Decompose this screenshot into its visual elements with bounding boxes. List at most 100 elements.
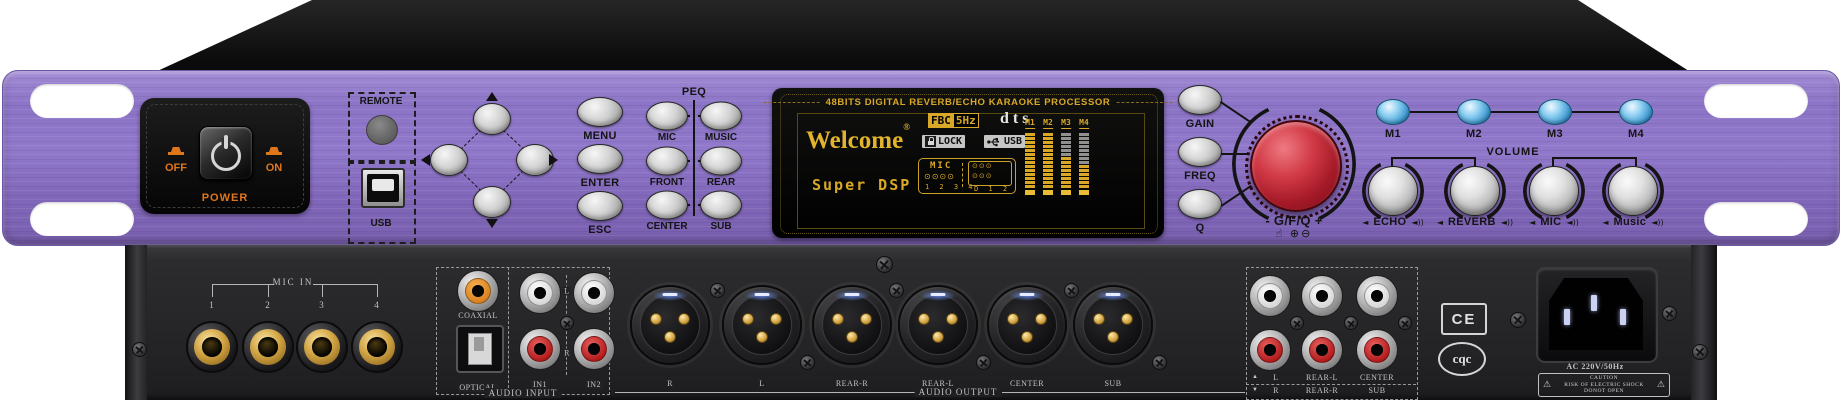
- ir-receiver-icon: [366, 115, 398, 145]
- iec-prong: [1591, 295, 1597, 311]
- usb-trident-icon: [987, 137, 1002, 147]
- volume-bracket-line: [1552, 157, 1636, 159]
- speaker-max-icon: ◄)): [1501, 218, 1513, 227]
- title-dash-right: [1116, 102, 1172, 103]
- usb-badge: USB: [984, 135, 1025, 148]
- peq-music-label: MUSIC: [705, 132, 737, 143]
- in2-right-jack: [573, 328, 615, 370]
- caution-box: ⚠ CAUTION RISK OF ELECTRIC SHOCK DONOT O…: [1538, 373, 1670, 397]
- speaker-max-icon: ◄)): [1651, 218, 1663, 227]
- on-indicator-icon: [266, 152, 282, 155]
- audio-output-line: [1002, 392, 1245, 393]
- peq-front-button[interactable]: [646, 147, 688, 176]
- music-volume-label: Music: [1614, 216, 1647, 228]
- peq-divider-line: [693, 100, 695, 216]
- memory-led-m1: [1376, 99, 1410, 125]
- arrow-right-icon: [549, 154, 558, 166]
- coaxial-jack: [457, 270, 499, 312]
- screw: [976, 355, 991, 370]
- mic-volume-knob[interactable]: [1529, 166, 1579, 216]
- xlr-out-l: [722, 285, 802, 365]
- lineout-r-jack: [1249, 329, 1291, 371]
- peq-center-button[interactable]: [646, 191, 688, 220]
- gfq-knob-label: - G/F/Q +: [1265, 213, 1322, 228]
- speaker-min-icon: ◄: [1437, 218, 1443, 227]
- screw: [132, 342, 147, 357]
- usb-badge-label: USB: [1004, 136, 1022, 147]
- gain-button[interactable]: [1178, 85, 1222, 115]
- off-indicator-icon: [168, 152, 184, 155]
- nav-down-button[interactable]: [473, 186, 511, 218]
- arrow-left-icon: [421, 154, 430, 166]
- mic-jack-2: [242, 321, 294, 373]
- speaker-max-icon: ◄)): [1566, 218, 1578, 227]
- karaoke-processor-product-image: OFF ON POWER REMOTE USB MENU ENTER ESC P…: [0, 0, 1842, 407]
- screw: [876, 256, 893, 273]
- memory-label-m1: M1: [1385, 128, 1401, 140]
- rack-slot-hole: [30, 202, 134, 236]
- mic-in-number-1: 1: [209, 300, 215, 310]
- lineout-rear-l-jack: [1301, 275, 1343, 317]
- on-label: ON: [266, 162, 283, 174]
- rack-slot-hole: [30, 84, 134, 118]
- menu-button[interactable]: [577, 97, 623, 127]
- lineout-sub-jack: [1356, 329, 1398, 371]
- nav-left-button[interactable]: [430, 144, 468, 176]
- mic-in-number-2: 2: [265, 300, 271, 310]
- gfq-rotary-knob[interactable]: [1250, 120, 1342, 212]
- mic-in-bracket: [212, 284, 274, 285]
- mic-dots: ⊙⊙⊙⊙: [924, 172, 955, 181]
- lineout-label-rear-r: REAR-R: [1306, 386, 1338, 395]
- nav-up-button[interactable]: [473, 103, 511, 135]
- q-button[interactable]: [1178, 189, 1222, 219]
- coaxial-label: COAXIAL: [458, 311, 498, 320]
- chassis-top: [0, 0, 1842, 73]
- peq-mic-button[interactable]: [646, 102, 688, 131]
- caution-text: CAUTION RISK OF ELECTRIC SHOCK DONOT OPE…: [1564, 375, 1644, 396]
- audio-input-label: AUDIO INPUT: [485, 388, 562, 398]
- q-label: Q: [1196, 222, 1205, 234]
- in2-label: IN2: [585, 380, 603, 389]
- echo-volume-knob[interactable]: [1368, 166, 1418, 216]
- speaker-max-icon: ◄)): [1411, 218, 1423, 227]
- rack-slot-hole: [1704, 84, 1808, 118]
- meter-label-m2: M2: [1043, 118, 1053, 129]
- cqc-mark: cqc: [1438, 342, 1486, 376]
- freq-button[interactable]: [1178, 137, 1222, 167]
- screw: [800, 355, 815, 370]
- optical-port: [456, 325, 504, 373]
- title-dash-left: [764, 102, 820, 103]
- led-connector-line: [1491, 111, 1538, 113]
- speaker-min-icon: ◄: [1602, 218, 1608, 227]
- vu-meter-m2: [1043, 133, 1053, 195]
- esc-button[interactable]: [577, 191, 623, 221]
- volume-bracket-line: [1391, 157, 1475, 159]
- line-out-divider: [1246, 384, 1416, 385]
- enter-button[interactable]: [577, 144, 623, 174]
- rear-right-bevel: [1691, 245, 1717, 400]
- meter-label-m3: M3: [1061, 118, 1071, 129]
- usb-port: [361, 168, 405, 208]
- reverb-label: REVERB: [1448, 216, 1496, 228]
- ac-rating-label: AC 220V/50Hz: [1566, 362, 1623, 371]
- input-section-divider: [508, 267, 509, 393]
- lineout-label-l: L: [1273, 373, 1278, 382]
- screw: [1692, 344, 1708, 360]
- led-connector-line: [1410, 111, 1457, 113]
- fbc-badge: FBC 5Hz: [928, 113, 979, 128]
- rear-left-bevel: [125, 245, 147, 400]
- power-button[interactable]: [199, 126, 253, 180]
- xlr-out-r: [630, 285, 710, 365]
- screw: [1510, 312, 1526, 328]
- peq-sub-button[interactable]: [700, 191, 742, 220]
- xlr-label-sub: SUB: [1104, 379, 1121, 388]
- lock-badge: LOCK: [922, 135, 965, 148]
- music-volume-knob[interactable]: [1608, 166, 1658, 216]
- memory-led-m2: [1457, 99, 1491, 125]
- meter-label-m1: M1: [1025, 118, 1035, 129]
- in1-left-jack: [519, 272, 561, 314]
- ce-mark: CE: [1441, 303, 1487, 335]
- peq-music-button[interactable]: [700, 102, 742, 131]
- reverb-volume-knob[interactable]: [1450, 166, 1500, 216]
- peq-rear-button[interactable]: [700, 147, 742, 176]
